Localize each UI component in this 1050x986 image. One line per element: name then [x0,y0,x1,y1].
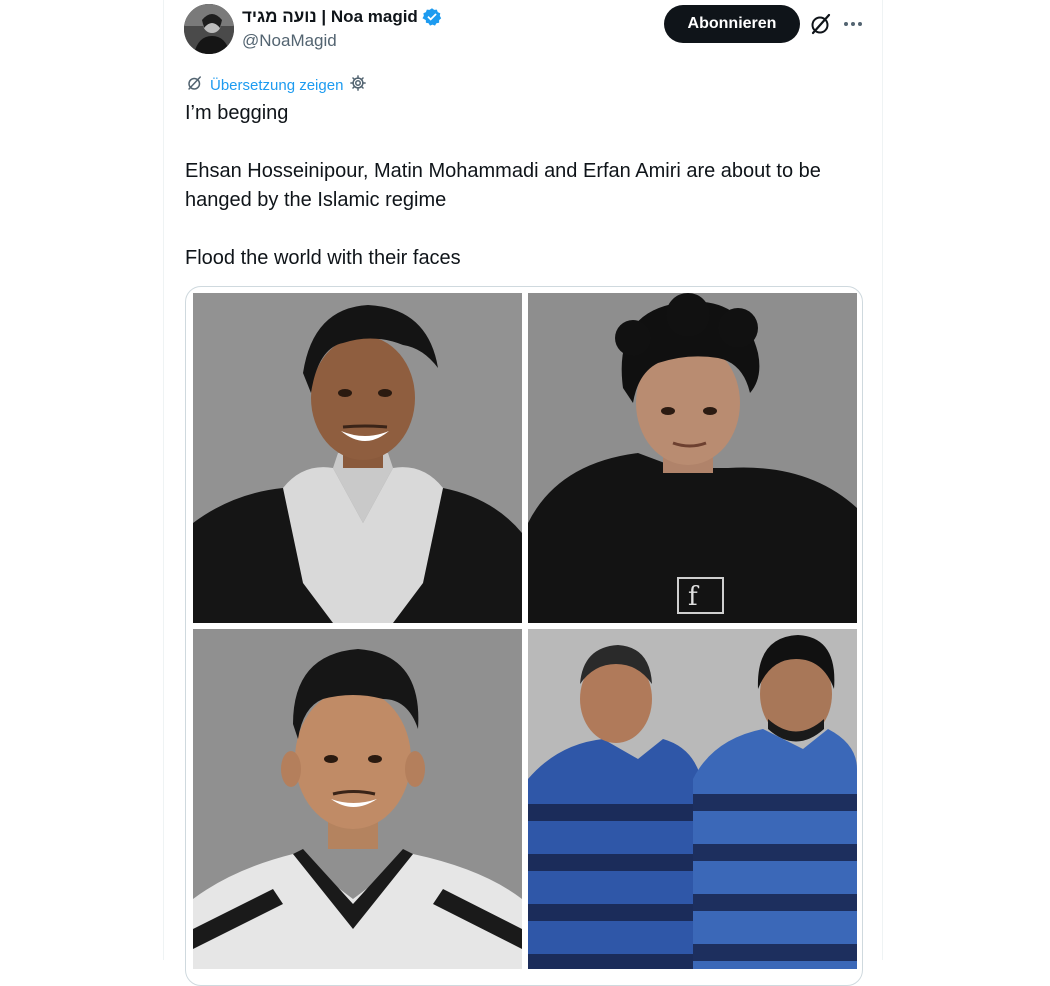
photo-4[interactable] [528,629,857,969]
grok-icon[interactable] [809,12,833,36]
follow-button[interactable]: Abonnieren [664,5,800,43]
photo-2[interactable]: f [528,293,857,623]
photo-3[interactable] [193,629,522,969]
tweet-text: I’m begging Ehsan Hosseinipour, Matin Mo… [185,99,865,273]
tweet-card: נועה מגיד | Noa magid @NoaMagid Abonnier… [163,0,883,986]
translation-settings-gear-icon[interactable] [349,74,367,97]
author-handle[interactable]: @NoaMagid [242,31,337,51]
more-options-icon[interactable] [841,12,865,36]
verified-badge-icon[interactable] [422,7,442,27]
author-display-name[interactable]: נועה מגיד | Noa magid [242,7,418,27]
photo-1[interactable] [193,293,522,623]
show-translation-link[interactable]: Übersetzung zeigen [210,77,343,94]
tweet-paragraph: I’m begging [185,102,289,124]
author-name-row[interactable]: נועה מגיד | Noa magid [242,6,442,28]
tweet-paragraph: Flood the world with their faces [185,247,461,269]
translate-row: Übersetzung zeigen [186,74,367,96]
avatar[interactable] [184,4,234,54]
tweet-paragraph: Ehsan Hosseinipour, Matin Mohammadi and … [185,160,821,211]
media-grid: f [185,286,863,986]
translate-icon[interactable] [186,74,204,97]
